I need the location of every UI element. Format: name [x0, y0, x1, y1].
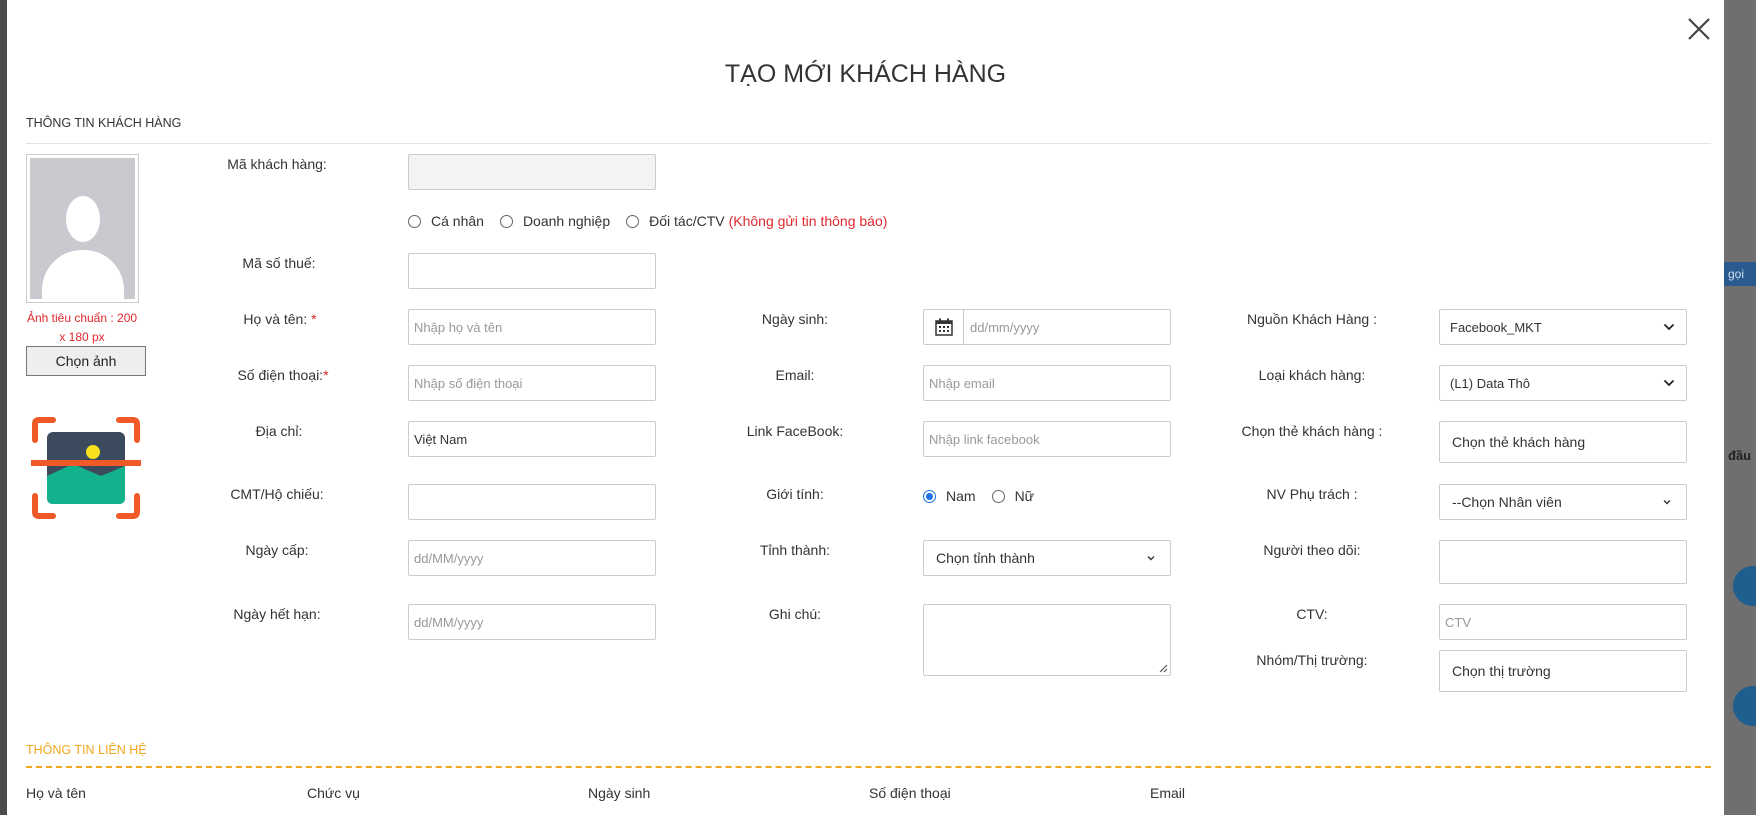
- contact-col-name: Họ và tên: [26, 785, 86, 801]
- gender-label: Giới tính:: [766, 486, 824, 502]
- section-contact-info: THÔNG TIN LIÊN HỆ: [26, 743, 147, 757]
- customer-kind-value: (L1) Data Thô: [1450, 375, 1530, 391]
- modal-title: TẠO MỚI KHÁCH HÀNG: [724, 60, 1007, 88]
- follower-input[interactable]: [1439, 540, 1687, 584]
- market-input[interactable]: Chọn thị trường: [1439, 650, 1687, 692]
- resize-grip-icon[interactable]: [1158, 663, 1168, 673]
- radio-female[interactable]: [991, 489, 1005, 503]
- create-customer-modal: TẠO MỚI KHÁCH HÀNG THÔNG TIN KHÁCH HÀNG …: [7, 0, 1724, 815]
- facebook-input[interactable]: Nhập link facebook: [923, 421, 1171, 457]
- market-label: Nhóm/Thị trường:: [1256, 652, 1368, 668]
- gender-group: Nam Nữ: [923, 488, 1034, 504]
- image-scan-icon[interactable]: [31, 416, 141, 520]
- staff-label: NV Phụ trách :: [1266, 486, 1358, 502]
- background-calendar-fab: [1733, 686, 1756, 726]
- section-customer-info: THÔNG TIN KHÁCH HÀNG: [26, 116, 182, 130]
- choose-image-button[interactable]: Chọn ảnh: [26, 346, 146, 376]
- chevron-down-icon: [1663, 500, 1671, 505]
- expiry-date-input[interactable]: dd/MM/yyyy: [408, 604, 656, 640]
- full-name-input[interactable]: Nhập họ và tên: [408, 309, 656, 345]
- address-label: Địa chỉ:: [255, 423, 303, 439]
- background-text: đầu: [1728, 448, 1752, 463]
- address-input[interactable]: Việt Nam: [408, 421, 656, 457]
- tax-code-input[interactable]: [408, 253, 656, 289]
- background-left-strip: [0, 0, 7, 815]
- chevron-down-icon: [1147, 556, 1155, 561]
- expiry-date-label: Ngày hết hạn:: [233, 606, 321, 622]
- avatar-placeholder-icon: [30, 158, 135, 299]
- note-textarea[interactable]: [923, 604, 1171, 676]
- ctv-label: CTV:: [1296, 606, 1328, 622]
- phone-input[interactable]: Nhập số điện thoại: [408, 365, 656, 401]
- radio-partner[interactable]: [626, 214, 640, 228]
- province-label: Tỉnh thành:: [759, 542, 831, 558]
- birthday-input[interactable]: dd/mm/yyyy: [923, 309, 1171, 345]
- background-right-strip: gọi đầu: [1724, 0, 1756, 815]
- contact-col-birthday: Ngày sinh: [588, 785, 651, 801]
- tags-input[interactable]: Chọn thẻ khách hàng: [1439, 421, 1687, 463]
- customer-kind-select[interactable]: (L1) Data Thô: [1439, 365, 1687, 401]
- avatar: [26, 154, 139, 303]
- radio-business[interactable]: [499, 214, 513, 228]
- phone-label: Số điện thoại:*: [237, 367, 329, 383]
- staff-select[interactable]: --Chọn Nhân viên: [1439, 484, 1687, 520]
- id-card-label: CMT/Hộ chiếu:: [230, 486, 324, 502]
- radio-business-label: Doanh nghiệp: [522, 213, 611, 229]
- avatar-size-note: Ảnh tiêu chuẩn : 200 x 180 px: [26, 311, 138, 344]
- contact-col-phone: Số điện thoại: [869, 785, 951, 801]
- staff-value: --Chọn Nhân viên: [1452, 494, 1562, 510]
- email-input[interactable]: Nhập email: [923, 365, 1171, 401]
- customer-kind-label: Loại khách hàng:: [1258, 367, 1366, 383]
- radio-individual-label: Cá nhân: [431, 213, 484, 229]
- id-card-input[interactable]: [408, 484, 656, 520]
- section-divider: [26, 143, 1711, 144]
- customer-code-input[interactable]: [408, 154, 656, 190]
- partner-note: (Không gửi tin thông báo): [728, 213, 888, 229]
- contact-col-position: Chức vụ: [307, 785, 360, 801]
- tags-label: Chọn thẻ khách hàng :: [1241, 423, 1383, 439]
- birthday-label: Ngày sinh:: [761, 311, 829, 327]
- ctv-input[interactable]: CTV: [1439, 604, 1687, 640]
- radio-individual[interactable]: [408, 214, 421, 228]
- customer-type-group: Cá nhân Doanh nghiệp Đối tác/CTV (Không …: [408, 213, 887, 229]
- issue-date-label: Ngày cấp:: [245, 542, 309, 558]
- source-value: Facebook_MKT: [1450, 319, 1542, 335]
- source-label: Nguồn Khách Hàng :: [1247, 311, 1377, 327]
- contact-col-email: Email: [1150, 785, 1186, 801]
- note-label: Ghi chú:: [768, 606, 822, 622]
- chevron-down-icon: [1663, 379, 1675, 387]
- close-icon[interactable]: [1686, 16, 1712, 42]
- tax-code-label: Mã số thuế:: [242, 255, 316, 271]
- calendar-icon[interactable]: [924, 310, 964, 344]
- birthday-placeholder: dd/mm/yyyy: [970, 319, 1040, 335]
- radio-female-label: Nữ: [1014, 488, 1035, 504]
- issue-date-input[interactable]: dd/MM/yyyy: [408, 540, 656, 576]
- background-phone-fab: [1733, 566, 1756, 606]
- email-label: Email:: [775, 367, 815, 383]
- radio-male-label: Nam: [946, 488, 976, 504]
- background-call-button: gọi: [1724, 262, 1756, 286]
- radio-partner-label: Đối tác/CTV: [649, 213, 725, 229]
- full-name-label: Họ và tên: *: [243, 311, 317, 327]
- source-select[interactable]: Facebook_MKT: [1439, 309, 1687, 345]
- chevron-down-icon: [1663, 323, 1675, 331]
- radio-male[interactable]: [923, 489, 936, 503]
- customer-code-label: Mã khách hàng:: [227, 156, 327, 172]
- province-value: Chọn tỉnh thành: [936, 550, 1035, 566]
- facebook-label: Link FaceBook:: [746, 423, 844, 439]
- section-divider-dashed: [26, 766, 1711, 768]
- follower-label: Người theo dõi:: [1263, 542, 1361, 558]
- province-select[interactable]: Chọn tỉnh thành: [923, 540, 1171, 576]
